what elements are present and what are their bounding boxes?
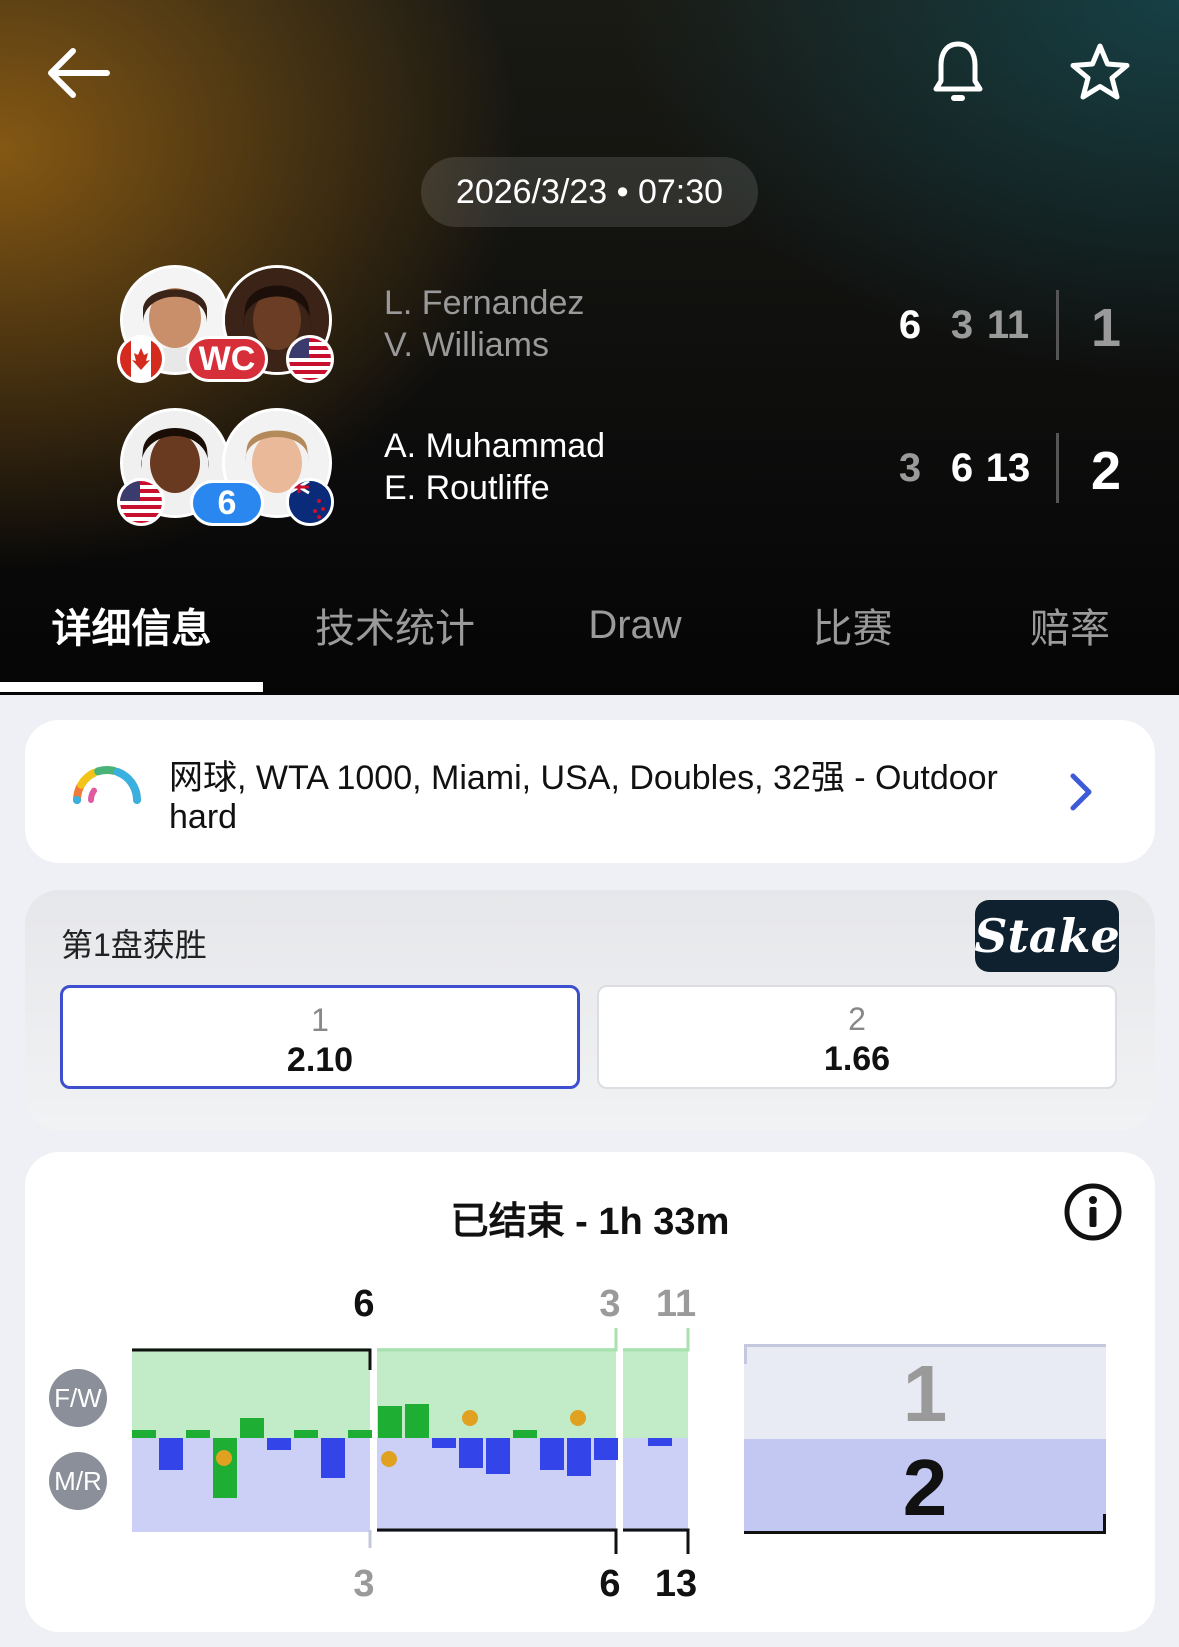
set-2-team-1-score: 3 bbox=[599, 1283, 620, 1325]
tennis-ball-icon bbox=[216, 1450, 232, 1466]
set-3-team-1-score: 11 bbox=[656, 1283, 696, 1325]
set-1-team-2-score: 3 bbox=[353, 1563, 374, 1605]
set-2-win-line bbox=[377, 1528, 618, 1554]
game-bar bbox=[213, 1438, 237, 1498]
game-bar bbox=[648, 1438, 672, 1446]
game-bar bbox=[594, 1438, 618, 1460]
tennis-ball-icon bbox=[570, 1410, 586, 1426]
game-bar bbox=[432, 1438, 456, 1448]
game-bar bbox=[132, 1430, 156, 1438]
sets-won-team-2: 2 bbox=[902, 1443, 948, 1532]
set-3-loss-line bbox=[623, 1328, 690, 1352]
game-bar bbox=[567, 1438, 591, 1476]
game-bar bbox=[186, 1430, 210, 1438]
game-bar bbox=[240, 1418, 264, 1438]
set-3-team-2-score: 13 bbox=[655, 1563, 697, 1605]
game-bar bbox=[513, 1430, 537, 1438]
set-1-team-1-score: 6 bbox=[353, 1283, 374, 1325]
game-bar bbox=[294, 1430, 318, 1438]
game-bar bbox=[378, 1406, 402, 1438]
game-bar bbox=[321, 1438, 345, 1478]
game-bar bbox=[486, 1438, 510, 1474]
set-3-team-1-area bbox=[623, 1348, 688, 1438]
set-2-loss-line bbox=[377, 1328, 618, 1352]
game-bar bbox=[159, 1438, 183, 1470]
sets-summary-box: 1 2 bbox=[744, 1344, 1106, 1534]
game-bar bbox=[540, 1438, 564, 1470]
tennis-ball-icon bbox=[381, 1451, 397, 1467]
set-2-team-2-score: 6 bbox=[599, 1563, 620, 1605]
game-bar bbox=[267, 1438, 291, 1450]
tennis-ball-icon bbox=[462, 1410, 478, 1426]
set-3-win-line bbox=[623, 1528, 690, 1554]
game-bar bbox=[405, 1404, 429, 1438]
game-bar bbox=[348, 1430, 372, 1438]
set-3-team-2-area bbox=[623, 1438, 688, 1532]
sets-won-team-1: 1 bbox=[902, 1349, 948, 1438]
game-bar bbox=[459, 1438, 483, 1468]
